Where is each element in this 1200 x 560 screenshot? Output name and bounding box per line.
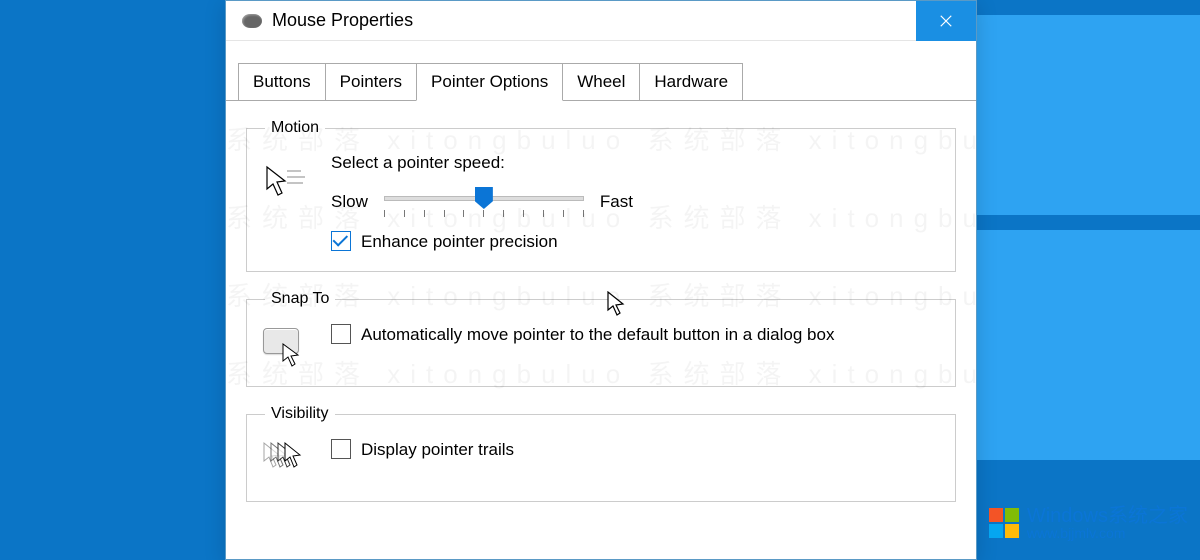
- slow-label: Slow: [331, 192, 368, 212]
- mouse-properties-window: Mouse Properties Buttons Pointers Pointe…: [225, 0, 977, 560]
- brand-watermark: Windows系统之家 www.bjjmlv.com: [987, 506, 1188, 540]
- snap-to-group: Snap To Automatically move pointer to th…: [246, 290, 956, 387]
- snap-to-default-checkbox[interactable]: [331, 324, 351, 344]
- tab-wheel[interactable]: Wheel: [562, 63, 640, 100]
- pointer-trails-label: Display pointer trails: [361, 439, 514, 461]
- motion-legend: Motion: [265, 119, 325, 137]
- pointer-speed-slider[interactable]: [384, 187, 584, 217]
- pointer-speed-icon: [261, 159, 309, 207]
- brand-url: www.bjjmlv.com: [1027, 526, 1188, 540]
- enhance-pointer-precision-label: Enhance pointer precision: [361, 231, 558, 253]
- fast-label: Fast: [600, 192, 633, 212]
- tab-pointers[interactable]: Pointers: [325, 63, 417, 100]
- desktop-tile: [970, 15, 1200, 215]
- tabstrip: Buttons Pointers Pointer Options Wheel H…: [226, 41, 976, 101]
- close-button[interactable]: [916, 1, 976, 41]
- tab-buttons[interactable]: Buttons: [238, 63, 326, 100]
- brand-name: Windows系统之家: [1027, 505, 1188, 527]
- pointer-trails-icon: [261, 439, 309, 483]
- snap-to-icon: [261, 324, 309, 368]
- motion-group: Motion Select a pointe: [246, 119, 956, 272]
- slider-thumb[interactable]: [475, 187, 493, 209]
- snap-to-default-label: Automatically move pointer to the defaul…: [361, 324, 834, 346]
- close-icon: [939, 14, 953, 28]
- tab-pointer-options[interactable]: Pointer Options: [416, 63, 563, 101]
- select-speed-label: Select a pointer speed:: [331, 153, 941, 173]
- windows-logo-icon: [987, 506, 1021, 540]
- enhance-pointer-precision-checkbox[interactable]: [331, 231, 351, 251]
- pointer-trails-checkbox[interactable]: [331, 439, 351, 459]
- tab-hardware[interactable]: Hardware: [639, 63, 743, 100]
- mouse-icon: [242, 14, 262, 28]
- visibility-group: Visibility Display pointer trails: [246, 405, 956, 502]
- tab-content: Motion Select a pointe: [226, 101, 976, 559]
- visibility-legend: Visibility: [265, 405, 335, 423]
- window-title: Mouse Properties: [272, 10, 916, 31]
- titlebar: Mouse Properties: [226, 1, 976, 41]
- desktop-tile: [970, 230, 1200, 460]
- snap-to-legend: Snap To: [265, 290, 335, 308]
